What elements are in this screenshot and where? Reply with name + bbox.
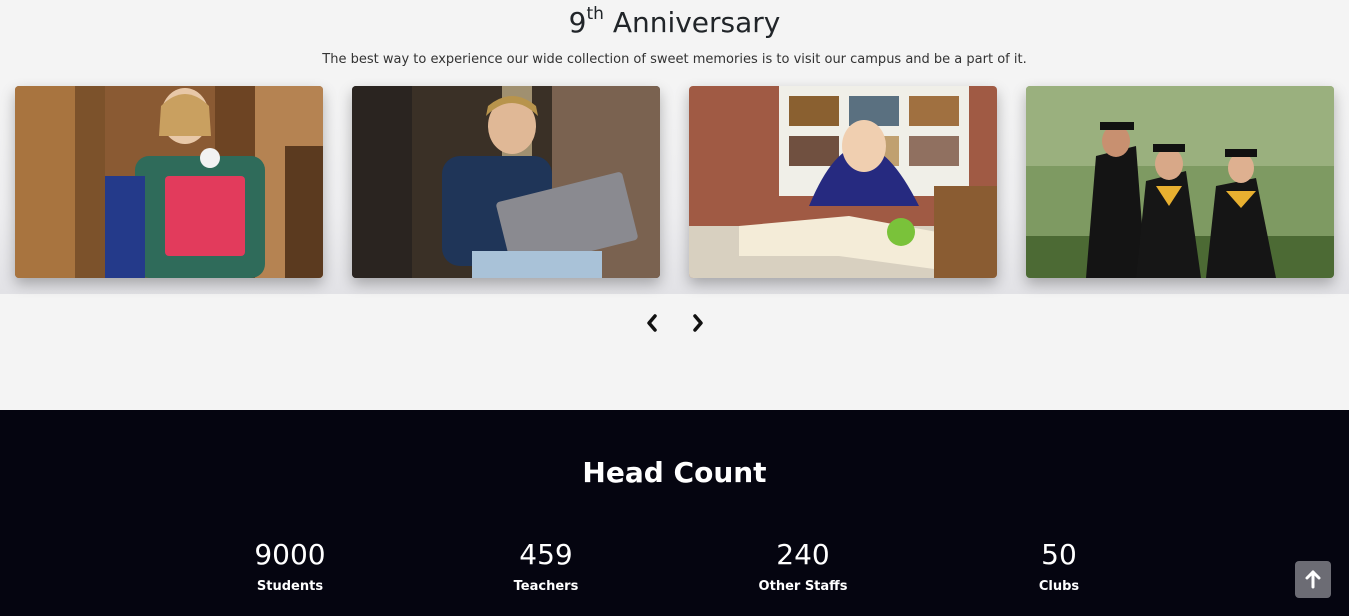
chevron-left-icon xyxy=(647,314,657,332)
anniversary-section: 9th Anniversary The best way to experien… xyxy=(0,0,1349,410)
carousel-slide-graduates[interactable] xyxy=(1026,86,1334,278)
stat-label: Clubs xyxy=(1038,579,1080,594)
head-count-title: Head Count xyxy=(582,456,767,489)
stat-value: 240 xyxy=(776,538,830,571)
stat-label: Other Staffs xyxy=(758,579,848,594)
carousel-slide-student-reading[interactable] xyxy=(689,86,997,278)
carousel-next-button[interactable] xyxy=(687,312,709,334)
stat-value: 459 xyxy=(519,538,573,571)
anniversary-title: 9th Anniversary xyxy=(568,3,781,39)
carousel-slide-student-books[interactable] xyxy=(15,86,323,278)
carousel xyxy=(0,78,1349,294)
student-with-laptop-photo xyxy=(352,86,660,278)
anniversary-subtitle: The best way to experience our wide coll… xyxy=(322,52,1027,67)
stat-students: 9000 Students xyxy=(210,538,370,594)
stat-label: Teachers xyxy=(513,579,579,594)
stat-value: 50 xyxy=(1041,538,1077,571)
student-holding-books-photo xyxy=(15,86,323,278)
carousel-prev-button[interactable] xyxy=(641,312,663,334)
arrow-up-icon xyxy=(1305,570,1321,589)
stat-teachers: 459 Teachers xyxy=(466,538,626,594)
graduates-photo xyxy=(1026,86,1334,278)
chevron-right-icon xyxy=(693,314,703,332)
head-count-section: Head Count 9000 Students 459 Teachers 24… xyxy=(0,410,1349,616)
scroll-to-top-button[interactable] xyxy=(1295,561,1331,598)
student-reading-book-photo xyxy=(689,86,997,278)
stat-label: Students xyxy=(256,579,324,594)
carousel-slide-student-laptop[interactable] xyxy=(352,86,660,278)
stat-clubs: 50 Clubs xyxy=(979,538,1139,594)
stat-value: 9000 xyxy=(254,538,326,571)
stat-other-staffs: 240 Other Staffs xyxy=(723,538,883,594)
